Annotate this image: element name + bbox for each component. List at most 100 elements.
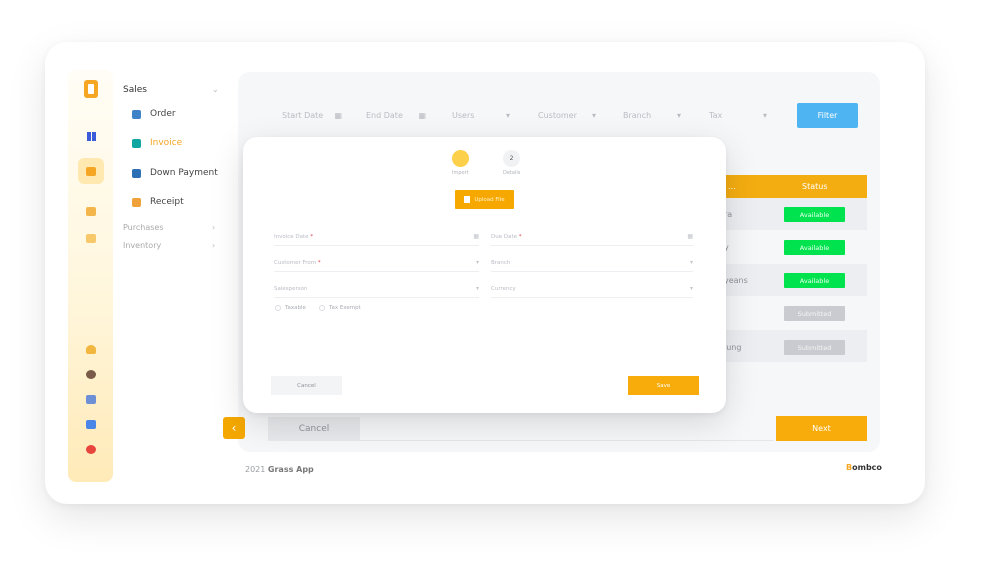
footer-year: 2021: [245, 465, 266, 474]
calendar-icon: ▦: [473, 233, 479, 240]
modal-save-button[interactable]: Save: [628, 376, 699, 395]
sidebar-item-label: Receipt: [150, 197, 184, 207]
dashboard-icon[interactable]: [78, 123, 104, 149]
cancel-button[interactable]: Cancel: [268, 417, 360, 441]
step-indicator-1: 1: [452, 150, 469, 167]
status-badge: Submitted: [784, 340, 845, 355]
calendar-icon: ▦: [687, 233, 693, 240]
field-label: Due Date: [491, 233, 517, 240]
upload-icon: [464, 196, 471, 203]
tax-filter[interactable]: Tax ▾: [709, 104, 767, 126]
invoice-icon: [132, 138, 141, 148]
chevron-down-icon: ▾: [475, 259, 479, 266]
report-icon[interactable]: [78, 386, 104, 412]
sales-icon[interactable]: [78, 158, 104, 184]
down-payment-icon: [132, 168, 141, 178]
chevron-down-icon: ▾: [591, 110, 596, 120]
field-label: Customer From: [274, 259, 317, 266]
company-logo: Bombco: [846, 463, 882, 472]
step-number: 2: [509, 155, 514, 162]
status-badge: Submitted: [784, 306, 845, 321]
branch-filter[interactable]: Branch ▾: [623, 104, 681, 126]
filter-button[interactable]: Filter: [797, 103, 858, 128]
order-icon: [132, 109, 141, 119]
menu-section-inventory[interactable]: Inventory: [123, 241, 161, 250]
purchases-icon[interactable]: [78, 198, 104, 224]
customer-from-select[interactable]: Customer From * ▾: [274, 254, 479, 272]
sidebar-item-invoice[interactable]: Invoice: [132, 138, 182, 148]
chevron-down-icon: ▾: [475, 285, 479, 292]
user-icon[interactable]: [78, 336, 104, 362]
chevron-right-icon[interactable]: ›: [212, 223, 215, 232]
menu-section-sales[interactable]: Sales: [123, 85, 147, 95]
column-header: ...: [728, 182, 736, 191]
filter-label: Tax: [709, 110, 723, 120]
field-label: Branch: [491, 259, 511, 266]
chevron-down-icon: ▾: [676, 110, 681, 120]
back-button[interactable]: ‹: [223, 417, 245, 439]
salesperson-select[interactable]: Salesperson ▾: [274, 280, 479, 298]
filter-label: Customer: [538, 110, 577, 120]
users-filter[interactable]: Users ▾: [452, 104, 510, 126]
folder-icon[interactable]: [78, 411, 104, 437]
sidebar-item-label: Order: [150, 109, 176, 119]
upload-label: Upload File: [474, 196, 505, 203]
filter-label: Start Date: [282, 110, 324, 120]
avatar[interactable]: [78, 361, 104, 387]
currency-select[interactable]: Currency ▾: [491, 280, 693, 298]
step-label: Import: [452, 170, 469, 176]
radio-icon: [319, 305, 325, 311]
field-label: Currency: [491, 285, 516, 292]
radio-icon: [275, 305, 281, 311]
chevron-down-icon[interactable]: ⌄: [212, 85, 219, 94]
chevron-down-icon: ▾: [762, 110, 767, 120]
power-icon[interactable]: [78, 436, 104, 462]
chevron-right-icon[interactable]: ›: [212, 241, 215, 250]
sidebar-item-label: Invoice: [150, 138, 183, 148]
field-label: Invoice Date: [274, 233, 309, 240]
invoice-date-field[interactable]: Invoice Date * ▦: [274, 228, 479, 246]
start-date-filter[interactable]: Start Date ▦: [282, 104, 342, 126]
sidebar-item-down-payment[interactable]: Down Payment: [132, 168, 218, 178]
radio-label: Tax Exempt: [329, 305, 361, 311]
footer-brand: Grass App: [267, 465, 314, 474]
sidebar-item-label: Down Payment: [150, 168, 218, 178]
footer-copyright: 2021 Grass App: [245, 465, 314, 474]
next-button[interactable]: Next: [776, 416, 867, 441]
chevron-down-icon: ▾: [505, 110, 510, 120]
chevron-down-icon: ▾: [689, 285, 693, 292]
filter-label: End Date: [366, 110, 403, 120]
upload-file-button[interactable]: Upload File: [455, 190, 514, 209]
branch-select[interactable]: Branch ▾: [491, 254, 693, 272]
receipt-icon: [132, 197, 141, 207]
step-number: 1: [458, 155, 463, 162]
status-badge: Available: [784, 207, 845, 222]
table-header: ... Status: [715, 175, 867, 198]
sidebar-item-receipt[interactable]: Receipt: [132, 197, 184, 207]
step-label: Details: [503, 170, 521, 176]
filter-label: Branch: [623, 110, 652, 120]
filter-label: Users: [452, 110, 475, 120]
chevron-left-icon: ‹: [231, 421, 237, 435]
chevron-down-icon: ▾: [689, 259, 693, 266]
end-date-filter[interactable]: End Date ▦: [366, 104, 426, 126]
divider: [360, 440, 774, 441]
tax-exempt-radio[interactable]: Tax Exempt: [319, 305, 361, 311]
field-label: Salesperson: [274, 285, 308, 292]
calendar-icon: ▦: [334, 110, 342, 120]
step-indicator-2: 2: [503, 150, 520, 167]
calendar-icon: ▦: [418, 110, 426, 120]
app-logo-icon: [84, 80, 98, 98]
status-badge: Available: [784, 240, 845, 255]
table-cell: lung: [724, 343, 742, 352]
sidebar-item-order[interactable]: Order: [132, 109, 176, 119]
due-date-field[interactable]: Due Date * ▦: [491, 228, 693, 246]
inventory-icon[interactable]: [78, 225, 104, 251]
taxable-radio[interactable]: Taxable: [275, 305, 306, 311]
menu-section-purchases[interactable]: Purchases: [123, 223, 164, 232]
modal-cancel-button[interactable]: Cancel: [271, 376, 342, 395]
radio-label: Taxable: [285, 305, 306, 311]
customer-filter[interactable]: Customer ▾: [538, 104, 596, 126]
column-header-status: Status: [802, 182, 828, 191]
status-badge: Available: [784, 273, 845, 288]
